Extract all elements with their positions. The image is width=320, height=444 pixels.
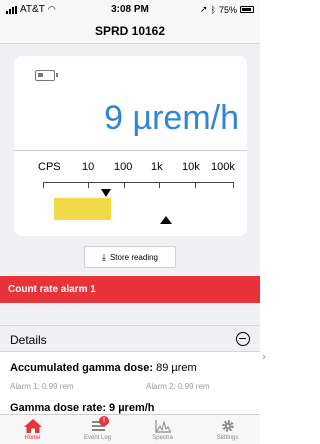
alarm-banner: Count rate alarm 1 [0, 276, 260, 303]
device-battery-icon [35, 70, 58, 81]
spectrum-icon [154, 420, 171, 433]
chevron-right-icon: › [262, 352, 266, 363]
nav-bar: SPRD 10162 [0, 20, 260, 44]
device-title: SPRD 10162 [94, 24, 166, 38]
tab-event-log[interactable]: ! Event Log [65, 415, 130, 444]
tab-settings[interactable]: Settings [195, 415, 260, 444]
scale-label-1k: 1k [151, 161, 163, 173]
battery-percent: 75% [218, 4, 237, 15]
gear-icon [221, 420, 234, 432]
scale-tick [43, 182, 44, 188]
alarm-1-threshold: Alarm 1: 0.99 rem [10, 382, 74, 391]
scale-tick [233, 182, 234, 188]
tab-home-label: Home [24, 435, 41, 441]
current-level-marker [101, 189, 111, 197]
scale-tick [88, 182, 89, 188]
scale-tick [159, 182, 160, 188]
status-bar: AT&T ◠ 3:08 PM ➚ ᛒ 75% [0, 0, 260, 20]
card-divider [14, 150, 247, 151]
details-title: Details [10, 333, 47, 347]
tab-spectra-label: Spectra [152, 435, 173, 441]
app-screen: AT&T ◠ 3:08 PM ➚ ᛒ 75% SPRD 10162 9 µrem… [0, 0, 260, 444]
alarm-threshold-marker [160, 216, 172, 224]
scale-label-100k: 100k [211, 161, 235, 173]
scale-tick [195, 182, 196, 188]
tab-spectra[interactable]: Spectra [130, 415, 195, 444]
tab-home[interactable]: Home [0, 415, 65, 444]
tab-settings-label: Settings [216, 435, 239, 441]
event-log-badge: ! [99, 416, 109, 426]
home-icon [23, 419, 42, 433]
download-icon: ⤓ [101, 251, 106, 262]
location-icon: ➚ [200, 4, 208, 14]
scale-label-cps: CPS [38, 161, 61, 173]
status-right: ➚ ᛒ 75% [200, 4, 254, 15]
collapse-icon[interactable] [236, 332, 250, 346]
phone-battery-icon [240, 6, 254, 13]
store-reading-button[interactable]: ⤓ Store reading [84, 246, 176, 268]
details-body: Accumulated gamma dose: 89 µrem Alarm 1:… [0, 352, 260, 416]
accumulated-dose-row: Accumulated gamma dose: 89 µrem [10, 362, 197, 374]
accumulated-dose-label: Accumulated gamma dose: [10, 362, 154, 374]
tab-event-log-label: Event Log [83, 435, 112, 441]
accumulated-dose-value: 89 µrem [153, 362, 197, 374]
reading-card: 9 µrem/h CPS 10 100 1k 10k 100k [14, 56, 247, 236]
scale-axis [43, 182, 234, 183]
bluetooth-icon: ᛒ [210, 4, 216, 15]
scale-label-10: 10 [82, 161, 95, 173]
dose-rate-value: 9 µrem/h [104, 99, 239, 137]
level-bar [54, 198, 111, 220]
gamma-dose-rate-row: Gamma dose rate: 9 µrem/h [10, 402, 155, 414]
tab-bar: Home ! Event Log Spectra Settings [0, 414, 260, 444]
scale-tick [124, 182, 125, 188]
details-header[interactable]: Details [0, 325, 260, 352]
store-reading-label: Store reading [109, 252, 158, 262]
scale-label-100: 100 [114, 161, 133, 173]
scale-label-10k: 10k [182, 161, 200, 173]
alarm-2-threshold: Alarm 2: 0.99 rem [146, 382, 210, 391]
